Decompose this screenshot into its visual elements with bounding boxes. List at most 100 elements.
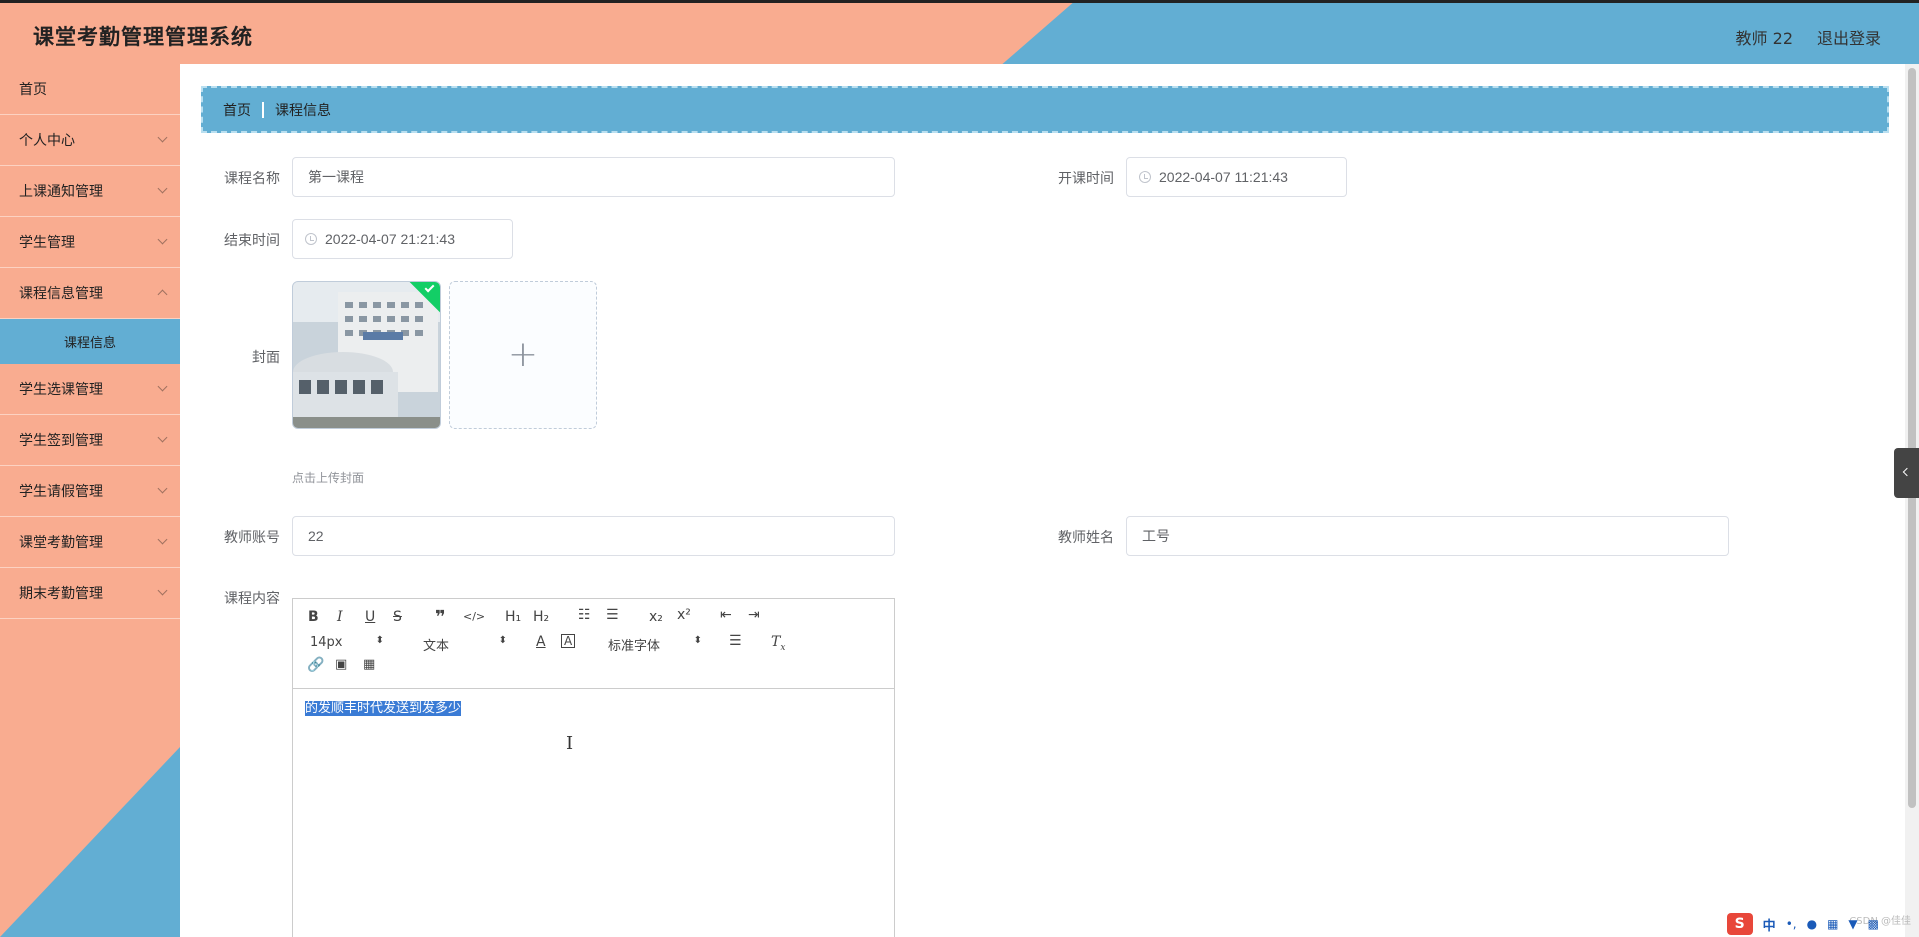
top-header: 课堂考勤管理管理系统 教师 22 退出登录	[0, 0, 1919, 64]
link-icon[interactable]: 🔗	[307, 657, 324, 673]
font-size-select[interactable]: 14px ⬍	[310, 635, 384, 650]
breadcrumb-home[interactable]: 首页	[223, 100, 251, 120]
sidebar-item-label: 学生管理	[19, 235, 75, 251]
teacher-account-value: 22	[308, 528, 324, 544]
upload-add-button[interactable]: +	[449, 281, 597, 429]
sidebar-item-label: 学生签到管理	[19, 433, 103, 449]
editor-content[interactable]: 的发顺丰时代发送到发多少	[293, 689, 894, 724]
teacher-name-label: 教师姓名	[1058, 530, 1114, 546]
course-content-label: 课程内容	[224, 591, 280, 607]
start-time-value: 2022-04-07 11:21:43	[1159, 169, 1288, 185]
background-color-icon[interactable]: A	[561, 634, 576, 648]
heading1-icon[interactable]: H₁	[505, 609, 521, 625]
indent-icon[interactable]: ⇥	[748, 607, 760, 623]
chevron-down-icon	[157, 381, 168, 392]
editor-toolbar: B I U S ❞ </> H₁ H₂ ☷ ☰ x₂ x² ⇤ ⇥ 14px ⬍ …	[293, 599, 894, 689]
sidebar-item-personal-center[interactable]: 个人中心	[0, 115, 180, 166]
video-icon[interactable]: ▦	[363, 657, 375, 672]
subscript-icon[interactable]: x₂	[649, 609, 663, 625]
clock-icon	[305, 233, 317, 245]
chevron-down-icon	[157, 483, 168, 494]
sidebar-item-students[interactable]: 学生管理	[0, 217, 180, 268]
font-size-value: 14px	[310, 635, 343, 650]
end-time-value: 2022-04-07 21:21:43	[325, 231, 455, 247]
rich-text-editor: B I U S ❞ </> H₁ H₂ ☷ ☰ x₂ x² ⇤ ⇥ 14px ⬍ …	[292, 598, 895, 937]
blockquote-icon[interactable]: ❞	[435, 607, 446, 628]
heading2-icon[interactable]: H₂	[533, 609, 549, 625]
collapse-panel-button[interactable]	[1894, 448, 1919, 498]
chevron-down-icon	[157, 432, 168, 443]
sidebar-item-attendance[interactable]: 课堂考勤管理	[0, 517, 180, 568]
sidebar-item-home[interactable]: 首页	[0, 64, 180, 115]
logout-button[interactable]: 退出登录	[1817, 25, 1881, 49]
course-name-value: 第一课程	[308, 169, 364, 185]
skin-icon[interactable]: ▼	[1848, 917, 1857, 931]
sidebar-item-label: 学生选课管理	[19, 382, 103, 398]
punctuation-icon[interactable]: •,	[1786, 917, 1797, 931]
sidebar-item-course-info[interactable]: 课程信息管理	[0, 268, 180, 319]
text-style-value: 文本	[423, 639, 450, 654]
current-user: 教师 22	[1735, 29, 1793, 48]
chevron-left-icon	[1902, 467, 1912, 477]
sidebar-item-label: 课程信息管理	[19, 286, 103, 302]
teacher-account-label: 教师账号	[224, 530, 280, 546]
end-time-picker[interactable]: 2022-04-07 21:21:43	[292, 219, 513, 259]
sidebar-item-label: 期末考勤管理	[19, 586, 103, 602]
course-name-input[interactable]: 第一课程	[292, 157, 895, 197]
breadcrumb-separator	[262, 101, 264, 118]
chevron-down-icon	[157, 234, 168, 245]
text-style-select[interactable]: 文本 ⬍	[423, 635, 507, 654]
start-time-label: 开课时间	[1058, 171, 1114, 187]
keyboard-icon[interactable]: ▦	[1827, 917, 1838, 931]
start-time-picker[interactable]: 2022-04-07 11:21:43	[1126, 157, 1347, 197]
font-color-icon[interactable]: A	[536, 634, 546, 650]
teacher-account-input[interactable]: 22	[292, 516, 895, 556]
image-icon[interactable]: ▣	[335, 657, 347, 672]
scrollbar-thumb[interactable]	[1908, 68, 1916, 808]
underline-icon[interactable]: U	[365, 609, 375, 625]
sidebar: 首页 个人中心 上课通知管理 学生管理 课程信息管理 课程信息 学生选课管理 学…	[0, 64, 180, 937]
toolbox-icon[interactable]: ▩	[1868, 917, 1879, 931]
chevron-up-icon	[157, 289, 168, 300]
teacher-name-input[interactable]: 工号	[1126, 516, 1729, 556]
select-arrow-icon: ⬍	[375, 635, 384, 646]
bullet-list-icon[interactable]: ☰	[606, 607, 619, 623]
sidebar-item-final-attendance[interactable]: 期末考勤管理	[0, 568, 180, 619]
ime-mode[interactable]: 中	[1763, 915, 1776, 934]
chevron-down-icon	[157, 585, 168, 596]
submenu-item-course-info[interactable]: 课程信息	[0, 319, 180, 364]
end-time-label: 结束时间	[224, 233, 280, 249]
sidebar-item-label: 上课通知管理	[19, 184, 103, 200]
page-scrollbar[interactable]	[1905, 64, 1919, 937]
strikethrough-icon[interactable]: S	[393, 609, 402, 625]
chevron-down-icon	[157, 534, 168, 545]
font-family-value: 标准字体	[608, 639, 661, 654]
microphone-icon[interactable]: ●	[1807, 917, 1817, 931]
code-icon[interactable]: </>	[463, 610, 485, 623]
text-cursor-icon: I	[566, 733, 574, 754]
select-arrow-icon: ⬍	[693, 635, 702, 646]
italic-icon[interactable]: I	[337, 609, 343, 625]
chevron-down-icon	[157, 132, 168, 143]
selected-content-text: 的发顺丰时代发送到发多少	[305, 701, 462, 716]
breadcrumb: 首页 课程信息	[201, 86, 1889, 133]
sidebar-item-class-notice[interactable]: 上课通知管理	[0, 166, 180, 217]
sidebar-item-course-selection[interactable]: 学生选课管理	[0, 364, 180, 415]
font-family-select[interactable]: 标准字体 ⬍	[608, 635, 702, 654]
superscript-icon[interactable]: x²	[677, 607, 691, 623]
cover-thumbnail[interactable]	[292, 281, 441, 429]
outdent-icon[interactable]: ⇤	[720, 607, 732, 623]
ordered-list-icon[interactable]: ☷	[578, 607, 591, 623]
bold-icon[interactable]: B	[308, 609, 319, 625]
clock-icon	[1139, 171, 1151, 183]
clear-format-icon[interactable]: Tx	[771, 634, 785, 653]
sidebar-item-check-in[interactable]: 学生签到管理	[0, 415, 180, 466]
breadcrumb-current: 课程信息	[275, 102, 331, 119]
sogou-ime-icon[interactable]: S	[1726, 913, 1753, 935]
select-arrow-icon: ⬍	[498, 635, 507, 646]
sidebar-item-leave[interactable]: 学生请假管理	[0, 466, 180, 517]
chevron-down-icon	[157, 183, 168, 194]
app-title: 课堂考勤管理管理系统	[33, 25, 253, 49]
sidebar-item-label: 学生请假管理	[19, 484, 103, 500]
align-left-icon[interactable]: ☰	[729, 633, 742, 649]
